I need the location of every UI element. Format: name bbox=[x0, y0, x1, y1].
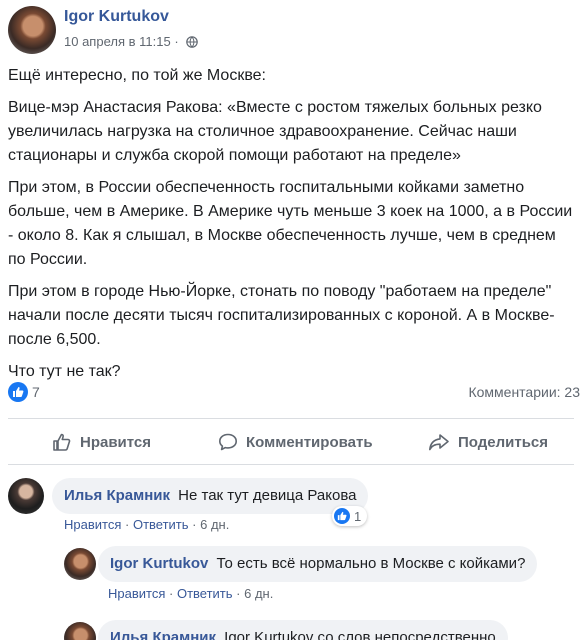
comment-reactions[interactable]: 1 bbox=[332, 506, 368, 526]
comment-button-label: Комментировать bbox=[246, 433, 373, 451]
comment-text: Igor Kurtukov со слов непосредственно bbox=[224, 629, 496, 640]
post-paragraph: Вице-мэр Анастасия Ракова: «Вместе с рос… bbox=[8, 99, 542, 164]
comment-button[interactable]: Комментировать bbox=[218, 420, 373, 464]
post-header: Igor Kurtukov 10 апреля в 11:15 · bbox=[8, 2, 578, 56]
reaction-count: 1 bbox=[354, 508, 362, 524]
commenter-avatar[interactable] bbox=[8, 478, 44, 514]
comment-text: Не так тут девица Ракова bbox=[178, 487, 357, 504]
divider bbox=[8, 418, 574, 419]
comment: Илья Крамник Не так тут девица Ракова 1 … bbox=[8, 478, 578, 538]
like-reaction-icon[interactable] bbox=[8, 382, 28, 402]
commenter-avatar[interactable] bbox=[64, 622, 96, 640]
globe-icon[interactable] bbox=[186, 36, 199, 48]
post-body: Ещё интересно, по той же Москве: Вице-мэ… bbox=[8, 64, 574, 392]
commenter-avatar[interactable] bbox=[64, 548, 96, 580]
comment-age[interactable]: 6 дн. bbox=[200, 517, 229, 532]
post-author-name[interactable]: Igor Kurtukov bbox=[64, 8, 169, 26]
comment-actions: Нравится · Ответить · 6 дн. bbox=[64, 517, 230, 532]
comment-age[interactable]: 6 дн. bbox=[244, 586, 273, 601]
comment-bubble: Igor Kurtukov То есть всё нормально в Мо… bbox=[98, 546, 538, 582]
post-paragraph: При этом, в России обеспеченность госпит… bbox=[8, 179, 573, 268]
post-actions: Нравится Комментировать Поделиться bbox=[0, 420, 580, 464]
post-meta: 10 апреля в 11:15 · bbox=[64, 34, 199, 49]
comment-bubble: Илья Крамник Igor Kurtukov со слов непос… bbox=[98, 620, 508, 640]
like-button-label: Нравится bbox=[80, 433, 152, 451]
comment-text: То есть всё нормально в Москве с койками… bbox=[216, 555, 526, 572]
comment-reply: Igor Kurtukov То есть всё нормально в Мо… bbox=[64, 546, 578, 608]
thumbs-up-icon bbox=[53, 433, 71, 451]
like-reaction-icon bbox=[334, 508, 350, 524]
commenter-name[interactable]: Igor Kurtukov bbox=[110, 555, 208, 572]
share-button-label: Поделиться bbox=[458, 433, 549, 451]
post-stats: 7 Комментарии: 23 bbox=[8, 380, 580, 406]
likes-count[interactable]: 7 bbox=[32, 384, 40, 400]
share-button[interactable]: Поделиться bbox=[428, 420, 548, 464]
post-timestamp[interactable]: 10 апреля в 11:15 bbox=[64, 34, 171, 49]
comments-count[interactable]: Комментарии: 23 bbox=[468, 384, 580, 400]
comment-reply: Илья Крамник Igor Kurtukov со слов непос… bbox=[64, 620, 580, 640]
comment-like-link[interactable]: Нравится bbox=[108, 586, 165, 601]
comment-bubble: Илья Крамник Не так тут девица Ракова bbox=[52, 478, 369, 514]
commenter-name[interactable]: Илья Крамник bbox=[64, 487, 170, 504]
comment-like-link[interactable]: Нравится bbox=[64, 517, 121, 532]
comment-icon bbox=[219, 433, 237, 451]
comment-reply-link[interactable]: Ответить bbox=[133, 517, 189, 532]
comment-actions: Нравится · Ответить · 6 дн. bbox=[108, 586, 274, 601]
share-icon bbox=[429, 434, 449, 451]
post-paragraph: При этом в городе Нью-Йорке, стонать по … bbox=[8, 283, 555, 348]
post-paragraph: Ещё интересно, по той же Москве: bbox=[8, 67, 266, 84]
author-avatar[interactable] bbox=[8, 6, 56, 54]
like-button[interactable]: Нравится bbox=[52, 420, 151, 464]
commenter-name[interactable]: Илья Крамник bbox=[110, 629, 216, 640]
divider bbox=[8, 464, 574, 465]
comment-reply-link[interactable]: Ответить bbox=[177, 586, 233, 601]
